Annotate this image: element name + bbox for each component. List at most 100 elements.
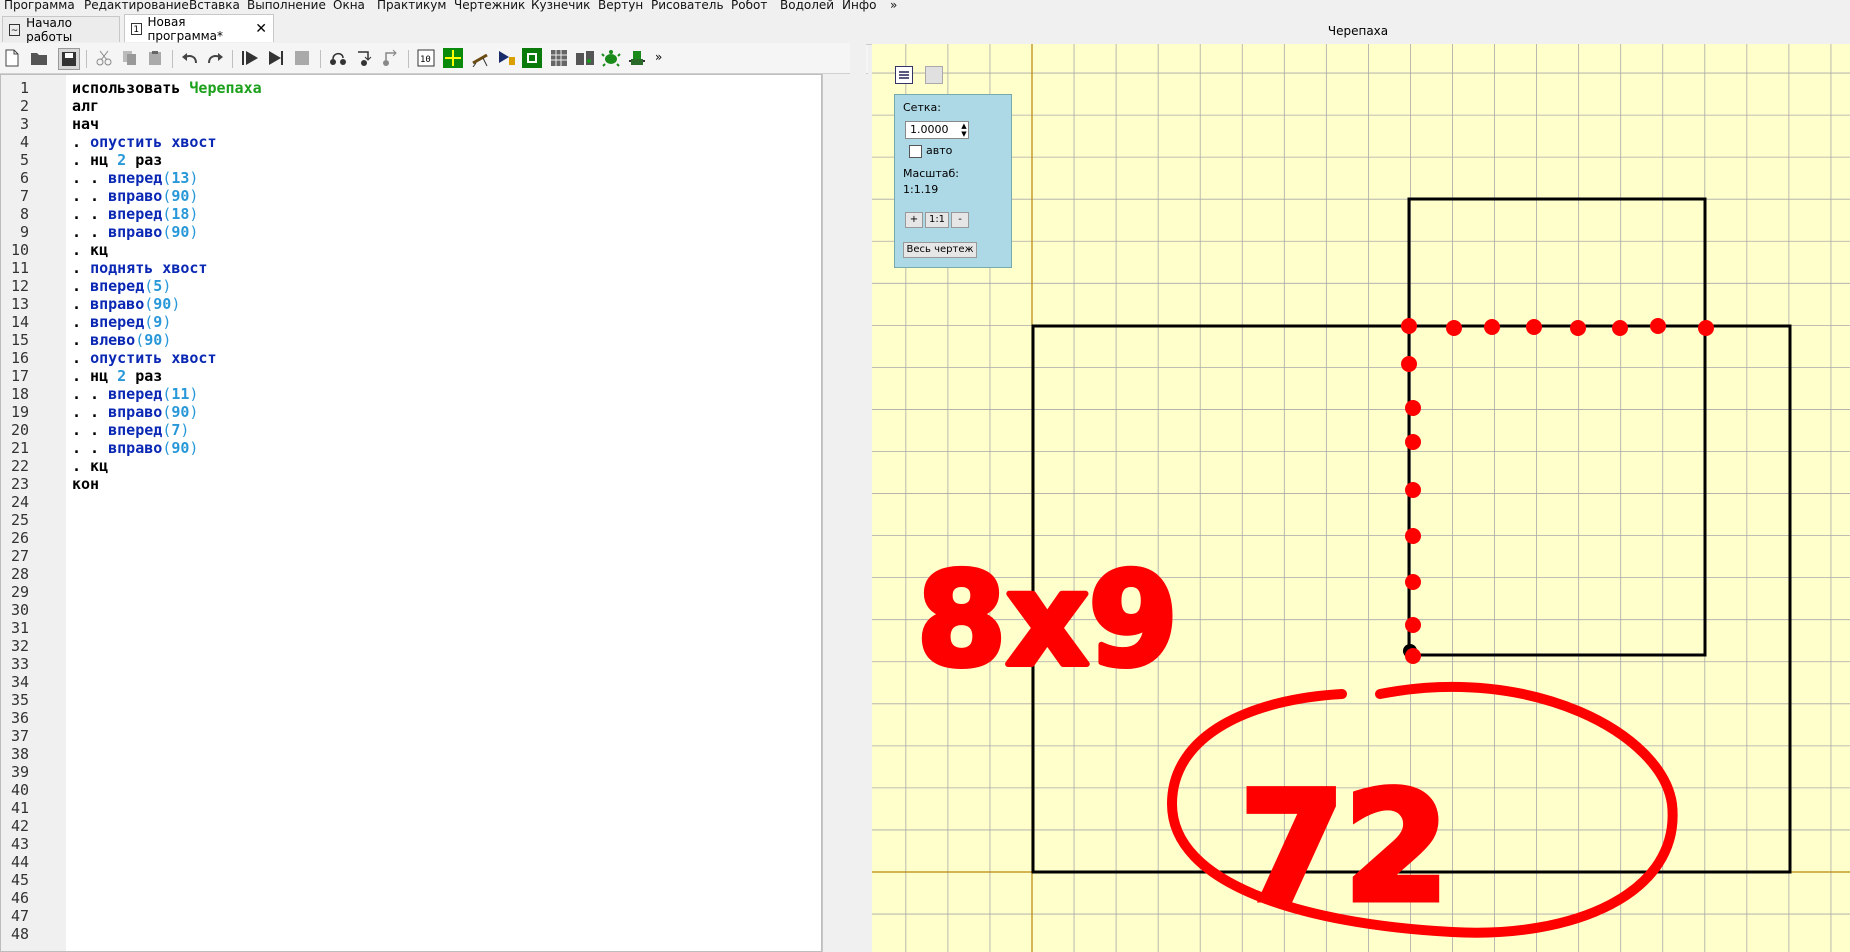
- code-editor[interactable]: 1 2 3 4 5 6 7 8 9 10 11 12 13 14 15 16 17 18 19 20 21 22 23 24 2…: [0, 74, 822, 952]
- paste-icon[interactable]: [145, 48, 165, 68]
- kuznechik-robot-icon[interactable]: [627, 48, 647, 68]
- step-out-icon[interactable]: [380, 48, 400, 68]
- code-token: ): [189, 205, 199, 223]
- zoom-in-button[interactable]: +: [905, 212, 923, 228]
- tab-new-program[interactable]: 1 Новая программа* ✕: [124, 14, 274, 43]
- vertun-icon[interactable]: [497, 48, 517, 68]
- zoom-reset-button[interactable]: 1:1: [925, 212, 949, 228]
- line-number: 30: [10, 601, 29, 619]
- grasshopper-icon[interactable]: [471, 48, 491, 68]
- svg-text:10: 10: [420, 55, 431, 65]
- code-line[interactable]: . влево(90): [72, 331, 171, 349]
- code-line[interactable]: . . вправо(90): [72, 223, 198, 241]
- line-number: 27: [10, 547, 29, 565]
- code-line[interactable]: . . вперед(7): [72, 421, 189, 439]
- code-line[interactable]: . поднять хвост: [72, 259, 207, 277]
- menu-practicum[interactable]: Практикум: [377, 0, 446, 12]
- undo-icon[interactable]: [180, 48, 200, 68]
- stop-icon[interactable]: [292, 48, 312, 68]
- run-icon[interactable]: [240, 48, 260, 68]
- code-line[interactable]: . кц: [72, 241, 108, 259]
- robot-icon[interactable]: [549, 48, 569, 68]
- menu-run[interactable]: Выполнение: [247, 0, 326, 12]
- code-line[interactable]: использовать Черепаха: [72, 79, 262, 97]
- menu-windows[interactable]: Окна: [333, 0, 365, 12]
- code-line[interactable]: . вперед(5): [72, 277, 171, 295]
- step-into-icon[interactable]: [354, 48, 374, 68]
- toolbar-separator: [86, 50, 87, 68]
- auto-checkbox[interactable]: [909, 145, 922, 158]
- grid-step-spinner[interactable]: ▲ ▼: [959, 122, 969, 138]
- code-token: (: [162, 223, 172, 241]
- code-token: вправо: [108, 439, 163, 457]
- menu-insert[interactable]: Вставка: [189, 0, 240, 12]
- tab-chart-icon: ~: [9, 23, 21, 36]
- turtle-icon[interactable]: [601, 48, 621, 68]
- menu-program[interactable]: Программа: [4, 0, 75, 12]
- menu-more[interactable]: »: [890, 0, 897, 12]
- zoom-out-button[interactable]: -: [951, 212, 969, 228]
- code-line[interactable]: кон: [72, 475, 99, 493]
- code-line[interactable]: . . вправо(90): [72, 403, 198, 421]
- step-over-icon[interactable]: [328, 48, 348, 68]
- code-line[interactable]: . кц: [72, 457, 108, 475]
- code-line[interactable]: . . вперед(18): [72, 205, 198, 223]
- red-dot: [1612, 320, 1628, 336]
- panel-splitter[interactable]: [850, 14, 866, 952]
- dims-text: 8x9: [917, 546, 1178, 695]
- line-number: 9: [19, 223, 29, 241]
- turtle-canvas[interactable]: 8x9 72: [872, 44, 1850, 952]
- menu-vertun[interactable]: Вертун: [598, 0, 643, 12]
- new-file-icon[interactable]: [2, 48, 22, 68]
- code-line[interactable]: . нц 2 раз: [72, 367, 162, 385]
- waterman-icon[interactable]: [575, 48, 595, 68]
- code-line[interactable]: нач: [72, 115, 99, 133]
- tab-number-icon: 1: [131, 22, 142, 35]
- fit-drawing-button[interactable]: Весь чертеж: [903, 242, 977, 258]
- code-token: 90: [153, 295, 172, 313]
- line-number: 3: [19, 115, 29, 133]
- painter-icon[interactable]: [522, 48, 542, 68]
- menu-painter[interactable]: Рисователь: [651, 0, 724, 12]
- panel-toggle-button[interactable]: [925, 66, 943, 84]
- code-line[interactable]: . нц 2 раз: [72, 151, 162, 169]
- draftsman-icon[interactable]: [443, 48, 463, 68]
- console-icon[interactable]: 10: [416, 48, 436, 68]
- menu-edit[interactable]: Редактирование: [84, 0, 189, 12]
- code-token: вперед: [90, 277, 145, 295]
- code-token: (: [162, 187, 172, 205]
- code-line[interactable]: . вперед(9): [72, 313, 171, 331]
- save-icon[interactable]: [58, 48, 80, 70]
- code-token: . .: [72, 439, 109, 457]
- code-line[interactable]: алг: [72, 97, 99, 115]
- line-number: 31: [10, 619, 29, 637]
- toolbar-overflow[interactable]: »: [655, 50, 662, 64]
- code-token: 2: [117, 151, 127, 169]
- menu-grasshopper[interactable]: Кузнечик: [531, 0, 590, 12]
- line-number: 10: [10, 241, 29, 259]
- panel-menu-button[interactable]: [895, 66, 913, 84]
- open-folder-icon[interactable]: [29, 48, 49, 68]
- code-line[interactable]: . опустить хвост: [72, 349, 217, 367]
- close-icon[interactable]: ✕: [255, 21, 267, 37]
- code-line[interactable]: . опустить хвост: [72, 133, 217, 151]
- cut-icon[interactable]: [94, 48, 114, 68]
- redo-icon[interactable]: [205, 48, 225, 68]
- red-dot: [1405, 574, 1421, 590]
- line-number: 17: [10, 367, 29, 385]
- code-token: ): [162, 331, 172, 349]
- menu-info[interactable]: Инфо: [842, 0, 876, 12]
- code-line[interactable]: . вправо(90): [72, 295, 180, 313]
- copy-icon[interactable]: [120, 48, 140, 68]
- step-run-icon[interactable]: [266, 48, 286, 68]
- code-line[interactable]: . . вправо(90): [72, 439, 198, 457]
- menu-robot[interactable]: Робот: [731, 0, 767, 12]
- code-line[interactable]: . . вправо(90): [72, 187, 198, 205]
- menu-waterman[interactable]: Водолей: [780, 0, 834, 12]
- menu-draftsman[interactable]: Чертежник: [454, 0, 525, 12]
- tab-start[interactable]: ~ Начало работы: [2, 16, 120, 44]
- editor-scrollbar[interactable]: [822, 74, 850, 952]
- code-line[interactable]: . . вперед(11): [72, 385, 198, 403]
- code-token: раз: [126, 367, 163, 385]
- code-line[interactable]: . . вперед(13): [72, 169, 198, 187]
